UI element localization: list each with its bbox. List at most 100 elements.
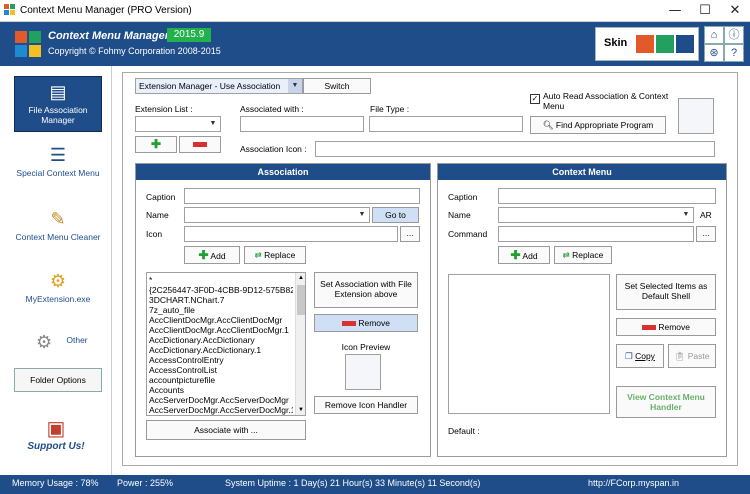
find-program-button[interactable]: 🔍︎ Find Appropriate Program (530, 116, 666, 134)
list-item[interactable]: * (149, 275, 293, 285)
help-icon[interactable]: ? (724, 44, 744, 62)
file-type-label: File Type : (370, 104, 410, 114)
remove-extension-button[interactable] (179, 136, 221, 153)
context-remove-button[interactable]: Remove (616, 318, 716, 336)
sidebar-item-special-context-menu[interactable]: ☰ Special Context Menu (14, 140, 102, 192)
share-icon[interactable]: ⊛ (704, 44, 724, 62)
auto-read-checkbox[interactable]: ✓ (530, 94, 540, 104)
association-icon-input[interactable] (315, 141, 715, 157)
goto-button[interactable]: Go to (372, 207, 419, 223)
sidebar-item-label: MyExtension.exe (25, 294, 91, 304)
association-replace-button[interactable]: ⇄ Replace (244, 246, 306, 264)
website-link[interactable]: http://FCorp.myspan.in (588, 478, 679, 488)
chevron-down-icon: ▼ (209, 120, 217, 127)
chevron-down-icon: ▼ (288, 79, 302, 93)
sidebar-item-label: Other (66, 334, 88, 345)
name-label: Name (448, 210, 471, 220)
association-add-button[interactable]: ✚ Add (184, 246, 240, 264)
extension-list-select[interactable]: ▼ (135, 116, 221, 132)
chevron-down-icon: ▼ (682, 211, 690, 218)
list-item[interactable]: {2C256447-3F0D-4CBB-9D12-575B820 (149, 285, 293, 295)
association-caption-input[interactable] (184, 188, 420, 204)
association-list[interactable]: * {2C256447-3F0D-4CBB-9D12-575B820 3DCHART… (146, 272, 306, 416)
file-type-input[interactable] (369, 116, 523, 132)
list-item[interactable]: accountpicturefile (149, 375, 293, 385)
sidebar-item-myextension[interactable]: ⚙ MyExtension.exe (14, 266, 102, 310)
minus-icon (193, 142, 207, 148)
list-item[interactable]: 3DCHART.NChart.7 (149, 295, 293, 305)
list-item[interactable]: AccServerDocMgr.AccServerDocMgr.1 (149, 405, 293, 415)
list-scrollbar[interactable]: ▲ ▼ (295, 273, 305, 415)
gears-icon: ⚙ (36, 332, 53, 352)
list-item[interactable]: AccClientDocMgr.AccClientDocMgr.1 (149, 325, 293, 335)
list-item[interactable]: AccServerDocMgr.AccServerDocMgr (149, 395, 293, 405)
maximize-icon[interactable]: ☐ (690, 0, 720, 22)
folder-options-button[interactable]: Folder Options (14, 368, 102, 392)
associated-with-input[interactable] (240, 116, 364, 132)
minus-icon (341, 321, 356, 327)
list-item[interactable]: AccessControlEntry (149, 355, 293, 365)
set-association-button[interactable]: Set Association with File Extension abov… (314, 272, 418, 308)
list-item[interactable]: AccDictionary.AccDictionary.1 (149, 345, 293, 355)
copy-button[interactable]: ❐ Copy (616, 344, 664, 368)
window-title: Context Menu Manager (PRO Version) (20, 5, 192, 16)
view-context-menu-handler-button[interactable]: View Context Menu Handler (616, 386, 716, 418)
list-item[interactable]: AccDictionary.AccDictionary (149, 335, 293, 345)
set-default-shell-button[interactable]: Set Selected Items as Default Shell (616, 274, 716, 310)
skin-swatch-orange[interactable] (636, 35, 654, 53)
context-menu-list[interactable] (448, 274, 610, 414)
associate-with-button[interactable]: Associate with ... (146, 420, 306, 440)
paste-button[interactable]: 📋︎ Paste (668, 344, 716, 368)
switch-button[interactable]: Switch (303, 78, 371, 94)
replace-icon: ⇄ (254, 250, 262, 260)
context-menu-title: Context Menu (438, 164, 726, 180)
support-us[interactable]: ▣ Support Us! (14, 416, 98, 452)
auto-read-label: Auto Read Association & Context Menu (543, 91, 669, 111)
list-item[interactable]: AccessControlList (149, 365, 293, 375)
browse-icon-button[interactable]: ... (400, 226, 420, 242)
add-extension-button[interactable]: ✚ (135, 136, 177, 153)
context-command-input[interactable] (498, 226, 694, 242)
association-icon-path-input[interactable] (184, 226, 398, 242)
info-icon[interactable]: ⓘ (724, 26, 744, 44)
minimize-icon[interactable]: — (660, 0, 690, 22)
icon-preview-box (345, 354, 381, 390)
skin-swatch-green[interactable] (656, 35, 674, 53)
caption-label: Caption (146, 192, 176, 202)
plus-icon: ✚ (150, 137, 162, 151)
magnifier-icon: 🔍︎ (542, 120, 554, 130)
context-name-select[interactable]: ▼ (498, 207, 694, 223)
context-caption-input[interactable] (498, 188, 716, 204)
skin-swatch-blue[interactable] (676, 35, 694, 53)
list-item[interactable]: 7z_auto_file (149, 305, 293, 315)
special-menu-icon: ☰ (49, 145, 67, 165)
app-name: Context Menu Manager (48, 30, 170, 42)
icon-label: Icon (146, 229, 163, 239)
association-icon-preview (678, 98, 714, 134)
chevron-down-icon: ▼ (358, 211, 366, 218)
replace-icon: ⇄ (562, 250, 570, 260)
close-icon[interactable]: ✕ (720, 0, 750, 22)
skin-label: Skin (604, 37, 628, 49)
ar-label: AR (700, 210, 712, 220)
browse-command-button[interactable]: ... (696, 226, 716, 242)
minus-icon (641, 325, 656, 331)
list-item[interactable]: Accounts (149, 385, 293, 395)
paste-icon: 📋︎ (674, 351, 686, 361)
sidebar-item-file-association[interactable]: ▤ File Association Manager (14, 76, 102, 132)
association-panel: Association Caption Name ▼ Go to Icon ..… (135, 163, 431, 457)
list-item[interactable]: AccClientDocMgr.AccClientDocMgr (149, 315, 293, 325)
association-name-select[interactable]: ▼ (184, 207, 370, 223)
remove-icon-handler-button[interactable]: Remove Icon Handler (314, 396, 418, 414)
app-header: Context Menu Manager 2015.9 Copyright © … (0, 22, 750, 66)
sidebar-item-other[interactable]: ⚙ Other (14, 328, 102, 356)
context-replace-button[interactable]: ⇄ Replace (554, 246, 612, 264)
association-remove-button[interactable]: Remove (314, 314, 418, 332)
context-add-button[interactable]: ✚ Add (498, 246, 550, 264)
home-icon[interactable]: ⌂ (704, 26, 724, 44)
power-status: Power : 255% (117, 478, 174, 488)
mode-select[interactable]: Extension Manager - Use Association ▼ (135, 78, 303, 94)
main-panel: Extension Manager - Use Association ▼ Sw… (122, 72, 738, 466)
file-association-icon: ▤ (49, 82, 67, 102)
sidebar-item-context-menu-cleaner[interactable]: ✎ Context Menu Cleaner (14, 204, 102, 248)
